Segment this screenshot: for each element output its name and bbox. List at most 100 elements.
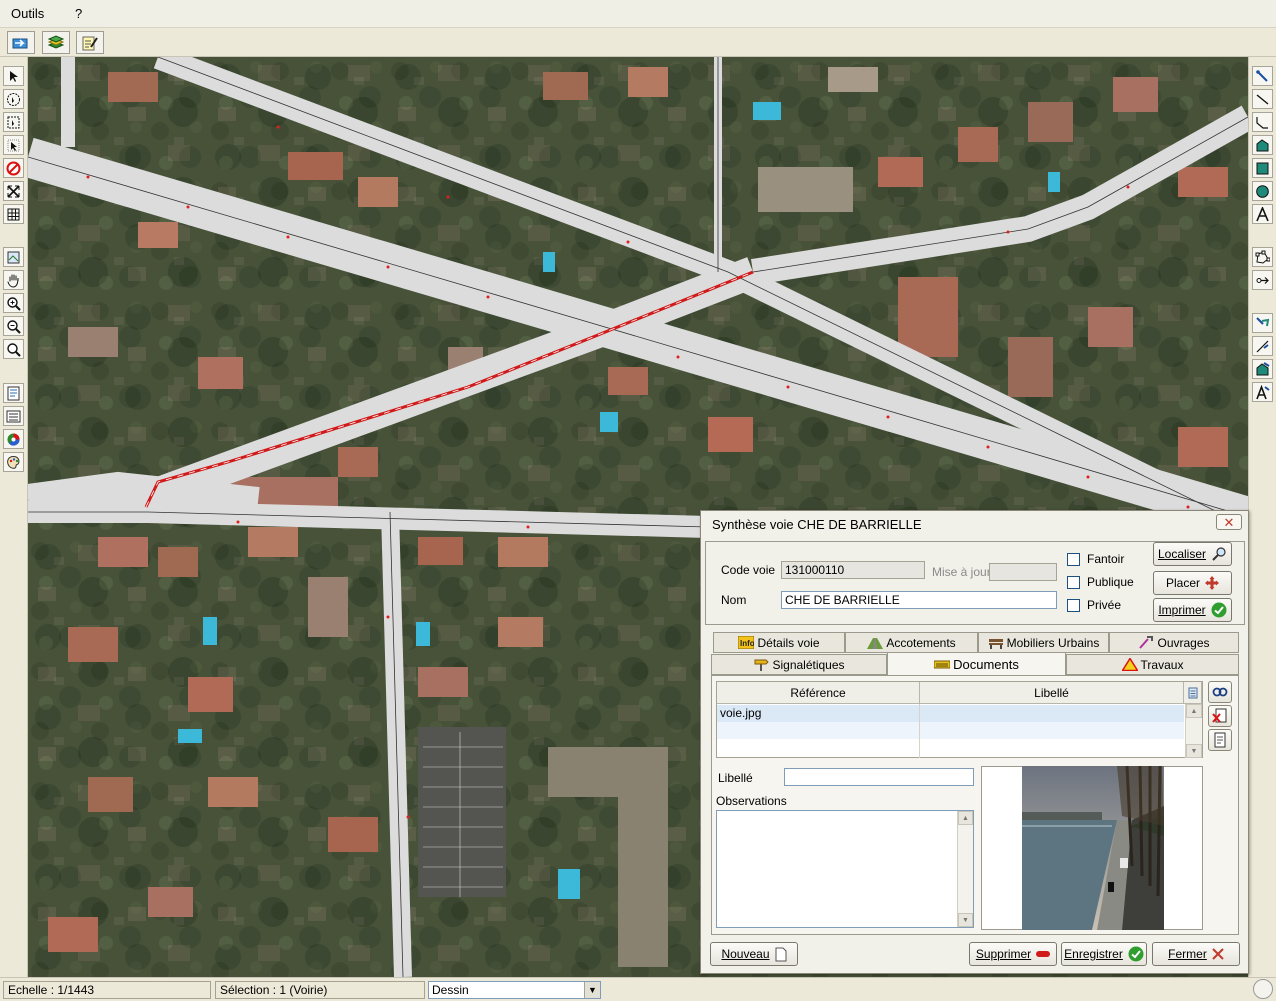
map-export-button[interactable] — [3, 247, 24, 267]
export-button[interactable] — [7, 31, 35, 54]
tab-travaux[interactable]: Travaux — [1066, 654, 1239, 675]
column-header-reference[interactable]: Référence — [717, 682, 920, 704]
publique-checkbox[interactable]: Publique — [1067, 575, 1134, 589]
tab-accotements[interactable]: Accotements — [845, 632, 978, 653]
close-button[interactable]: ✕ — [1216, 514, 1242, 530]
new-document-icon — [775, 947, 787, 961]
document-preview-image — [1022, 766, 1164, 930]
tab-ouvrages[interactable]: Ouvrages — [1109, 632, 1239, 653]
move-button[interactable] — [1252, 270, 1273, 290]
observations-scrollbar[interactable]: ▲ ▼ — [957, 811, 973, 927]
draw-point-button[interactable] — [1252, 66, 1273, 86]
select-rectangle-button[interactable] — [3, 112, 24, 132]
pan-hand-button[interactable] — [3, 270, 24, 290]
zoom-in-icon — [7, 296, 21, 311]
edit-shape-button[interactable] — [1252, 359, 1273, 379]
nouveau-label: Nouveau — [721, 947, 770, 961]
zoom-in-button[interactable] — [3, 293, 24, 313]
open-document-button[interactable] — [1208, 729, 1232, 751]
map-export-icon — [7, 251, 20, 263]
layers-button[interactable] — [42, 31, 70, 54]
scroll-down-arrow[interactable]: ▼ — [1186, 744, 1202, 758]
menu-help[interactable]: ? — [75, 6, 82, 21]
code-voie-field[interactable]: 131000110 — [781, 561, 925, 579]
delete-document-button[interactable] — [1208, 705, 1232, 727]
tab-documents[interactable]: Documents — [887, 652, 1066, 676]
select-circle-icon — [7, 92, 20, 106]
placer-button[interactable]: Placer — [1153, 571, 1232, 595]
libelle-field[interactable] — [784, 768, 974, 786]
localiser-button[interactable]: Localiser — [1153, 542, 1232, 566]
edit-form-button[interactable] — [76, 31, 104, 54]
observations-textarea[interactable] — [716, 810, 974, 928]
fantoir-checkbox-box[interactable] — [1067, 552, 1080, 566]
close-icon: ✕ — [1223, 514, 1235, 530]
palette-button[interactable] — [3, 452, 24, 472]
draw-polygon-button[interactable] — [1252, 135, 1273, 155]
privee-checkbox-box[interactable] — [1067, 598, 1080, 612]
scroll-down-arrow[interactable]: ▼ — [958, 913, 973, 927]
scroll-up-arrow[interactable]: ▲ — [958, 811, 973, 825]
no-selection-button[interactable] — [3, 158, 24, 178]
draw-rectangle-button[interactable] — [1252, 158, 1273, 178]
imprimer-button[interactable]: Imprimer — [1153, 598, 1232, 622]
table-scrollbar[interactable]: ▲ ▼ — [1185, 704, 1202, 758]
zoom-button[interactable] — [3, 339, 24, 359]
publique-checkbox-box[interactable] — [1067, 575, 1080, 589]
mise-a-jour-field[interactable] — [989, 563, 1057, 581]
draw-text-icon — [1256, 206, 1269, 221]
layer-select[interactable]: Dessin ▼ — [428, 981, 601, 999]
supprimer-label: Supprimer — [975, 947, 1032, 961]
draw-text-button[interactable] — [1252, 204, 1273, 224]
edit-vertices-button[interactable] — [1252, 247, 1273, 267]
tab-mobiliers-urbains[interactable]: Mobiliers Urbains — [978, 632, 1109, 653]
tab-signaletiques[interactable]: Signalétiques — [711, 654, 887, 675]
draw-line-button[interactable] — [1252, 89, 1273, 109]
supprimer-button[interactable]: Supprimer — [969, 942, 1057, 966]
fantoir-checkbox[interactable]: Fantoir — [1067, 552, 1124, 566]
edit-line-button[interactable] — [1252, 336, 1273, 356]
edit-text-button[interactable] — [1252, 382, 1273, 402]
color-wheel-button[interactable] — [3, 429, 24, 449]
extent-button[interactable] — [3, 181, 24, 201]
dialog-title: Synthèse voie CHE DE BARRIELLE — [701, 511, 1248, 539]
menu-outils[interactable]: Outils — [11, 6, 44, 21]
chevron-down-icon[interactable]: ▼ — [584, 982, 600, 998]
fermer-button[interactable]: Fermer — [1152, 942, 1240, 966]
draw-polyline-button[interactable] — [1252, 112, 1273, 132]
table-row-empty[interactable] — [717, 722, 1184, 739]
resize-grip[interactable] — [1253, 979, 1273, 999]
localiser-label: Localiser — [1157, 547, 1207, 561]
draw-circle-button[interactable] — [1252, 181, 1273, 201]
documents-table[interactable]: Référence Libellé voie.jpg ▲ ▼ — [716, 681, 1203, 758]
grid-icon — [7, 208, 20, 220]
tab-signaletiques-label: Signalétiques — [772, 657, 845, 672]
export-icon — [12, 38, 28, 48]
delete-document-icon — [1212, 708, 1227, 723]
column-chooser-button[interactable] — [1184, 682, 1202, 704]
nom-field[interactable]: CHE DE BARRIELLE — [781, 591, 1057, 609]
edit-text-icon — [1256, 384, 1270, 399]
search-icon — [1212, 547, 1226, 561]
scroll-up-arrow[interactable]: ▲ — [1186, 704, 1202, 718]
zoom-out-button[interactable] — [3, 316, 24, 336]
link-document-button[interactable] — [1208, 681, 1232, 703]
tab-accotements-label: Accotements — [886, 635, 956, 650]
select-info-button[interactable] — [3, 135, 24, 155]
grid-button[interactable] — [3, 204, 24, 224]
column-header-libelle[interactable]: Libellé — [920, 682, 1184, 704]
draw-polygon-icon — [1256, 138, 1269, 151]
select-arrow-button[interactable] — [3, 66, 24, 86]
report-button[interactable] — [3, 383, 24, 403]
tab-details-voie[interactable]: Info Détails voie — [713, 632, 845, 653]
close-icon — [1212, 948, 1224, 960]
select-object-button[interactable] — [1252, 313, 1273, 333]
nouveau-button[interactable]: Nouveau — [710, 942, 798, 966]
select-circle-button[interactable] — [3, 89, 24, 109]
enregistrer-button[interactable]: Enregistrer — [1061, 942, 1147, 966]
layers-icon — [47, 34, 65, 49]
privee-checkbox[interactable]: Privée — [1067, 598, 1121, 612]
draw-rectangle-icon — [1256, 162, 1269, 174]
table-row[interactable]: voie.jpg — [717, 705, 1184, 722]
list-button[interactable] — [3, 406, 24, 426]
